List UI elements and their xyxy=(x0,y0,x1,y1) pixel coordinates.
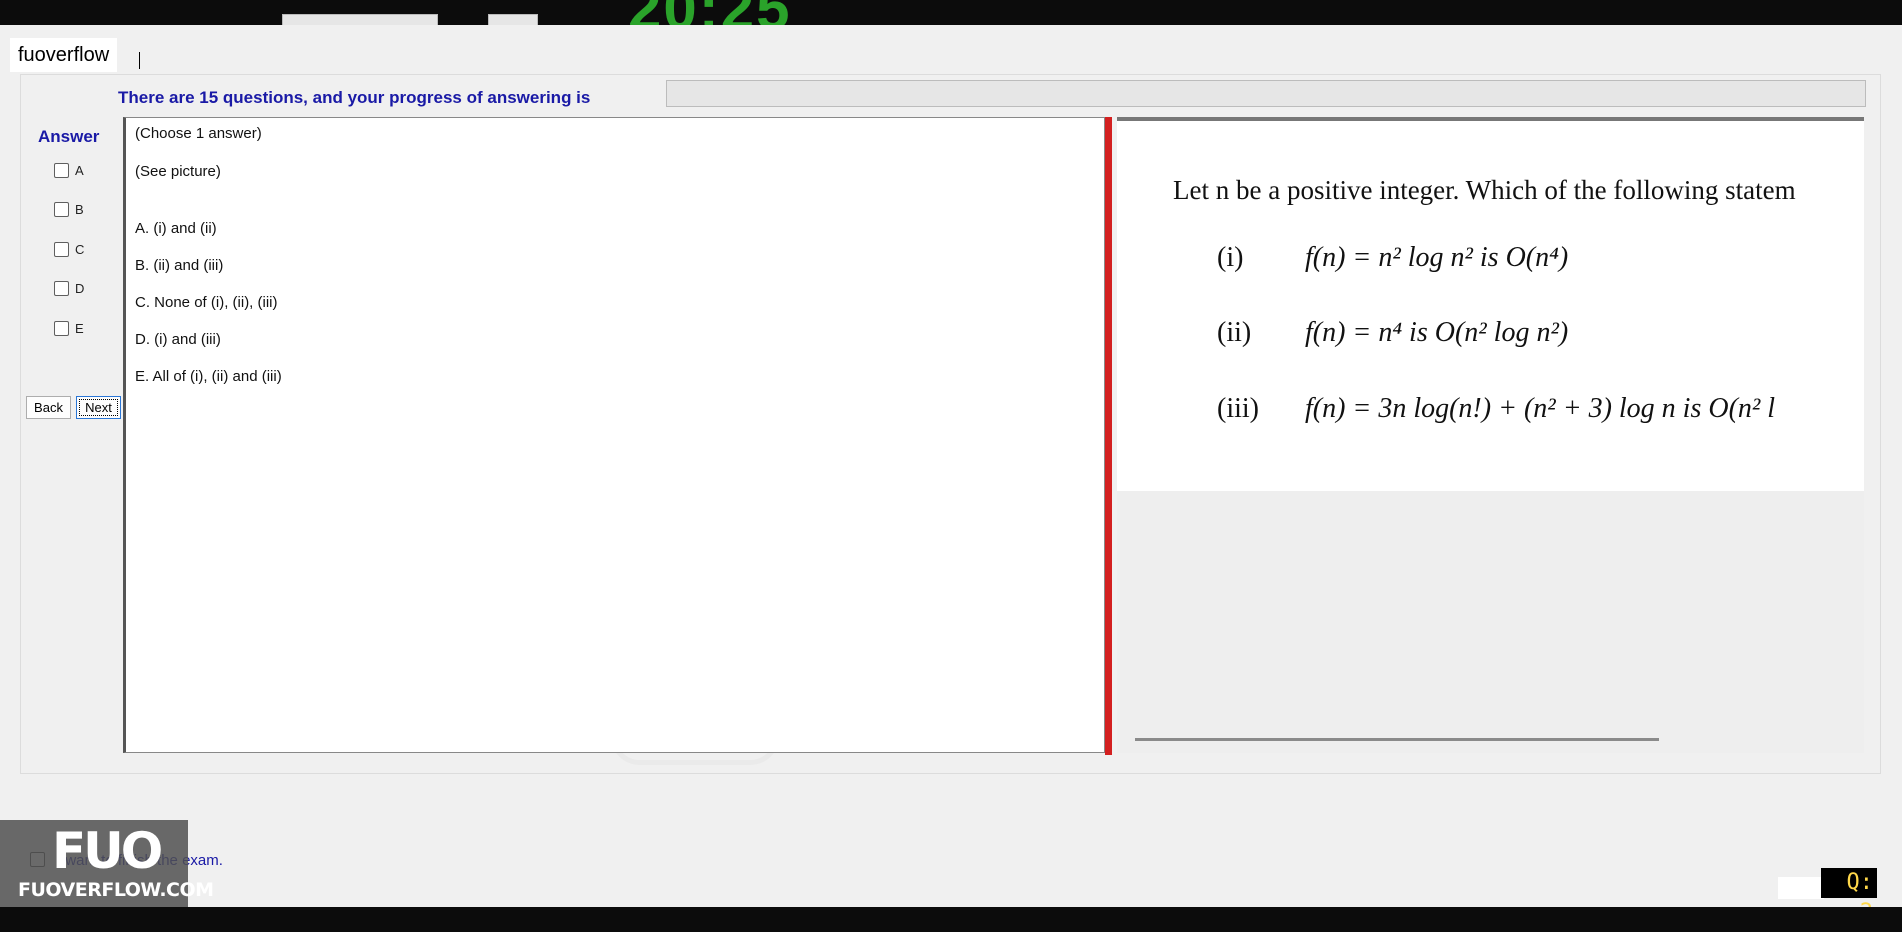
item-number: (iii) xyxy=(1217,393,1259,424)
answer-option-label: B xyxy=(75,202,84,218)
question-instruction: (Choose 1 answer) xyxy=(135,125,262,142)
exam-timer: 20:25 xyxy=(628,0,791,25)
checkbox-icon[interactable] xyxy=(54,281,69,297)
horizontal-scrollbar[interactable] xyxy=(1135,738,1659,741)
checkbox-icon[interactable] xyxy=(54,242,69,258)
item-number: (i) xyxy=(1217,242,1244,273)
answer-option-label: A xyxy=(75,163,84,179)
question-body: (See picture) xyxy=(135,163,221,180)
answer-option-label: E xyxy=(75,321,84,337)
app-title: fuoverflow xyxy=(10,38,118,72)
choice-a: A. (i) and (ii) xyxy=(135,220,217,237)
checkbox-icon[interactable] xyxy=(54,163,69,179)
toolbar-dropdown[interactable] xyxy=(282,14,438,25)
choice-c: C. None of (i), (ii), (iii) xyxy=(135,294,278,311)
item-formula: f(n) = n² log n² is O(n⁴) xyxy=(1305,242,1569,273)
choice-e: E. All of (i), (ii) and (iii) xyxy=(135,368,282,385)
answer-checkbox-c[interactable]: C xyxy=(54,241,85,258)
progress-label: There are 15 questions, and your progres… xyxy=(118,88,591,107)
answer-checkbox-d[interactable]: D xyxy=(54,280,85,297)
item-number: (ii) xyxy=(1217,317,1252,348)
logo-mark: FUO xyxy=(52,822,163,880)
next-button[interactable]: Next xyxy=(76,396,121,419)
status-patch xyxy=(1778,877,1824,899)
toolbar-small-field[interactable] xyxy=(488,14,538,25)
question-image: Let n be a positive integer. Which of th… xyxy=(1117,117,1864,491)
bottom-bar xyxy=(0,907,1902,932)
checkbox-icon[interactable] xyxy=(54,321,69,337)
image-statement: Let n be a positive integer. Which of th… xyxy=(1173,175,1796,205)
pane-splitter[interactable] xyxy=(1105,117,1112,755)
item-formula: f(n) = 3n log(n!) + (n² + 3) log n is O(… xyxy=(1305,393,1776,424)
back-button[interactable]: Back xyxy=(26,396,71,419)
item-formula: f(n) = n⁴ is O(n² log n²) xyxy=(1305,317,1569,348)
question-text-box[interactable]: (Choose 1 answer) (See picture) A. (i) a… xyxy=(123,117,1105,753)
answer-checkbox-e[interactable]: E xyxy=(54,320,84,337)
answer-option-label: D xyxy=(75,281,85,297)
question-indicator: Q: 2 xyxy=(1821,868,1877,925)
choice-d: D. (i) and (iii) xyxy=(135,331,221,348)
text-caret xyxy=(139,52,140,69)
question-image-pane[interactable]: Let n be a positive integer. Which of th… xyxy=(1117,117,1864,753)
answer-checkbox-b[interactable]: B xyxy=(54,201,84,218)
fuoverflow-watermark-logo: FUO FUOVERFLOW.COM xyxy=(0,820,214,908)
top-toolbar: 20:25 xyxy=(0,0,1902,25)
answer-option-label: C xyxy=(75,242,85,258)
answer-heading: Answer xyxy=(38,127,100,146)
progress-bar xyxy=(666,80,1866,107)
checkbox-icon[interactable] xyxy=(54,202,69,218)
choice-b: B. (ii) and (iii) xyxy=(135,257,224,274)
answer-checkbox-a[interactable]: A xyxy=(54,162,84,179)
logo-site: FUOVERFLOW.COM xyxy=(18,879,214,901)
